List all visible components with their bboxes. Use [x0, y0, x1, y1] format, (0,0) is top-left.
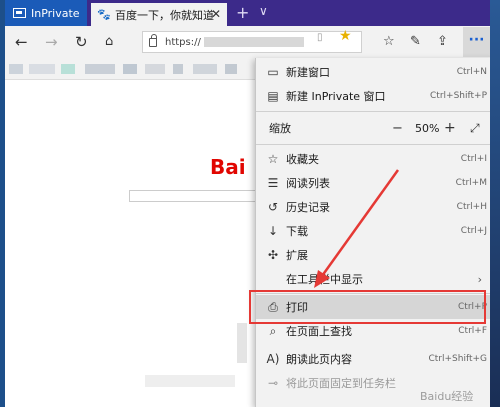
- menu-item-new-window[interactable]: ▭ 新建窗口 Ctrl+N: [256, 60, 490, 84]
- history-icon: ↺: [267, 200, 279, 214]
- menu-item-extensions[interactable]: ✣ 扩展: [256, 243, 490, 267]
- reading-view-icon[interactable]: ▯: [317, 32, 323, 43]
- menu-divider: [256, 144, 490, 145]
- fav-item[interactable]: [193, 64, 217, 74]
- back-icon[interactable]: ←: [15, 33, 28, 51]
- baidu-logo: Bai: [210, 155, 246, 179]
- inprivate-icon: [13, 8, 26, 18]
- window-icon: ▭: [267, 65, 279, 79]
- favorite-star-icon[interactable]: ★: [339, 28, 352, 44]
- favorites-hub-icon[interactable]: ☆: [383, 34, 395, 49]
- fav-item[interactable]: [29, 64, 55, 74]
- menu-item-reading-list[interactable]: ☰ 阅读列表 Ctrl+M: [256, 171, 490, 195]
- navigation-bar: ← → ↻ ⌂ https:// ▯ ★ ☆ ✎ ⇪: [5, 26, 490, 58]
- new-tab-button[interactable]: +: [236, 3, 249, 22]
- menu-item-favorites[interactable]: ☆ 收藏夹 Ctrl+I: [256, 147, 490, 171]
- reading-list-icon: ☰: [267, 176, 279, 190]
- browser-window: InPrivate 🐾 百度一下，你就知道 ✕ + ∨ ← → ↻ ⌂ http…: [5, 0, 490, 407]
- fav-item[interactable]: [9, 64, 23, 74]
- menu-item-show-in-toolbar[interactable]: 在工具栏中显示 ›: [256, 267, 490, 291]
- zoom-in-button[interactable]: +: [444, 120, 456, 136]
- chevron-right-icon: ›: [477, 272, 482, 286]
- inprivate-window-icon: ▤: [267, 89, 279, 103]
- baidu-paw-icon: 🐾: [97, 7, 111, 21]
- title-bar: InPrivate 🐾 百度一下，你就知道 ✕ + ∨: [5, 0, 490, 26]
- pen-icon[interactable]: ✎: [410, 34, 421, 49]
- fav-item[interactable]: [145, 64, 165, 74]
- refresh-icon[interactable]: ↻: [75, 33, 88, 51]
- url-blurred: [203, 37, 304, 47]
- menu-item-history[interactable]: ↺ 历史记录 Ctrl+H: [256, 195, 490, 219]
- address-bar[interactable]: https://: [142, 31, 362, 53]
- inprivate-label: InPrivate: [31, 6, 80, 20]
- fav-item[interactable]: [61, 64, 75, 74]
- annotation-highlight-box: [249, 290, 486, 324]
- pin-icon: ⊸: [267, 376, 279, 390]
- extensions-icon: ✣: [267, 248, 279, 262]
- search-icon: ⌕: [269, 323, 277, 338]
- watermark: Baidu经验: [420, 390, 474, 403]
- baidu-search-input[interactable]: [129, 190, 259, 202]
- zoom-level: 50%: [415, 121, 440, 135]
- desktop-edge-right: [490, 0, 500, 407]
- fav-item[interactable]: [225, 64, 237, 74]
- fav-item[interactable]: [123, 64, 137, 74]
- favorites-icon: ☆: [267, 152, 279, 166]
- menu-item-zoom: 缩放 − 50% + ⤢: [269, 120, 480, 136]
- read-aloud-icon: A): [266, 352, 280, 366]
- tab-close-icon[interactable]: ✕: [211, 7, 221, 21]
- fullscreen-icon[interactable]: ⤢: [470, 121, 480, 136]
- blurred-content: [237, 323, 247, 363]
- zoom-out-button[interactable]: −: [392, 121, 403, 136]
- forward-icon[interactable]: →: [45, 33, 58, 51]
- fav-item[interactable]: [85, 64, 115, 74]
- inprivate-indicator: InPrivate: [5, 0, 87, 26]
- share-icon[interactable]: ⇪: [437, 34, 448, 49]
- blurred-content: [145, 375, 235, 387]
- settings-menu: ▭ 新建窗口 Ctrl+N ▤ 新建 InPrivate 窗口 Ctrl+Shi…: [255, 58, 490, 407]
- menu-item-read-aloud[interactable]: A) 朗读此页内容 Ctrl+Shift+G: [256, 347, 490, 371]
- menu-divider: [256, 111, 490, 112]
- tab-list-button[interactable]: ∨: [259, 4, 268, 18]
- fav-item[interactable]: [173, 64, 183, 74]
- menu-item-new-inprivate[interactable]: ▤ 新建 InPrivate 窗口 Ctrl+Shift+P: [256, 84, 490, 108]
- url-text: https://: [165, 36, 201, 48]
- tab-baidu[interactable]: 🐾 百度一下，你就知道 ✕: [91, 3, 227, 26]
- download-icon: ↓: [267, 224, 279, 238]
- home-icon[interactable]: ⌂: [105, 34, 113, 49]
- menu-item-downloads[interactable]: ↓ 下载 Ctrl+J: [256, 219, 490, 243]
- tab-title: 百度一下，你就知道: [115, 8, 214, 22]
- settings-more-button[interactable]: ···: [463, 27, 490, 57]
- lock-icon: [149, 33, 157, 47]
